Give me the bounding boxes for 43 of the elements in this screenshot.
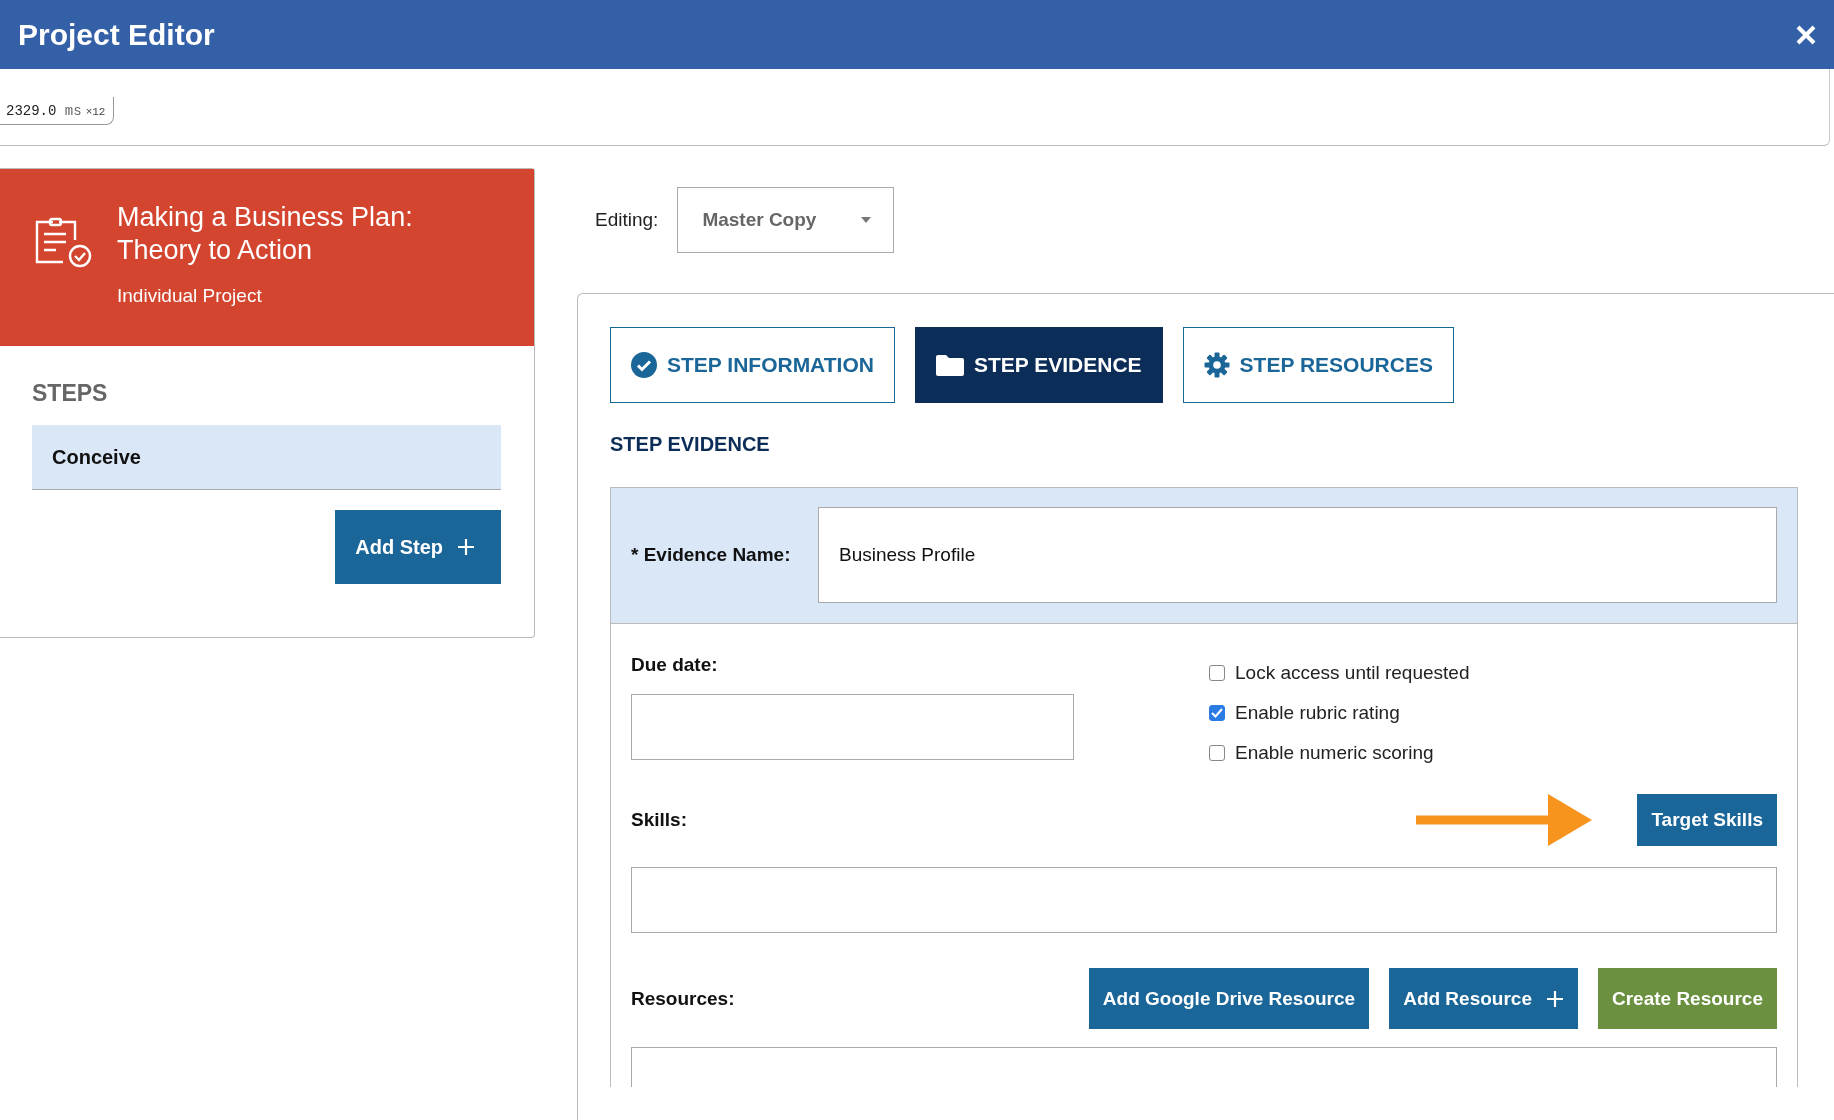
step-tab[interactable]: STEP RESOURCES: [1182, 327, 1454, 403]
arrow-icon: [1416, 794, 1593, 846]
step-tab[interactable]: STEP EVIDENCE: [914, 327, 1163, 403]
folder-icon: [935, 354, 964, 376]
editing-label: Editing:: [595, 209, 659, 231]
resources-label: Resources:: [631, 987, 736, 1010]
checkbox-box[interactable]: [1209, 745, 1225, 761]
skills-label: Skills:: [631, 809, 687, 831]
steps-heading: STEPS: [32, 380, 109, 407]
step-item[interactable]: Conceive: [32, 425, 501, 490]
section-title: STEP EVIDENCE: [610, 433, 771, 456]
check-circle-icon: [631, 352, 657, 378]
plus-icon: [457, 538, 475, 556]
option-label: Enable rubric rating: [1235, 702, 1400, 724]
drive-resource-button[interactable]: Add Google Drive Resource: [1088, 968, 1370, 1029]
settings-icon: [1203, 352, 1230, 378]
due-date-field[interactable]: [631, 694, 1074, 760]
option-label: Enable numeric scoring: [1235, 742, 1434, 764]
option-checkbox[interactable]: Enable rubric rating: [1209, 702, 1777, 724]
option-label: Lock access until requested: [1235, 662, 1470, 684]
evidence-name-field[interactable]: Business Profile: [818, 507, 1777, 603]
version-dropdown[interactable]: Master Copy: [677, 187, 895, 253]
add-step-button[interactable]: Add Step: [335, 510, 501, 584]
skills-field[interactable]: [631, 867, 1777, 933]
target-skills-button[interactable]: Target Skills: [1637, 794, 1777, 846]
project-title: Making a Business Plan: Theory to Action: [117, 201, 413, 267]
option-checkbox[interactable]: Lock access until requested: [1209, 662, 1777, 684]
timing-badge: 2329.0 ms ×12: [0, 97, 115, 125]
project-type: Individual Project: [117, 285, 263, 307]
checkbox-box[interactable]: [1209, 665, 1225, 681]
window-title: Project Editor: [18, 17, 215, 52]
option-checkbox[interactable]: Enable numeric scoring: [1209, 742, 1777, 764]
checkbox-box[interactable]: [1209, 705, 1225, 721]
clipboard-check-icon: [35, 217, 93, 269]
evidence-name-label: * Evidence Name:: [631, 544, 792, 566]
due-date-label: Due date:: [631, 654, 718, 675]
add-resource-button[interactable]: Add Resource: [1389, 968, 1578, 1029]
caret-icon: [861, 217, 872, 223]
close-icon: [1796, 24, 1816, 45]
step-tab[interactable]: STEP INFORMATION: [610, 327, 895, 403]
plus-icon: [1545, 989, 1564, 1008]
create-resource-button[interactable]: Create Resource: [1597, 968, 1777, 1029]
close-button[interactable]: [1796, 24, 1816, 45]
